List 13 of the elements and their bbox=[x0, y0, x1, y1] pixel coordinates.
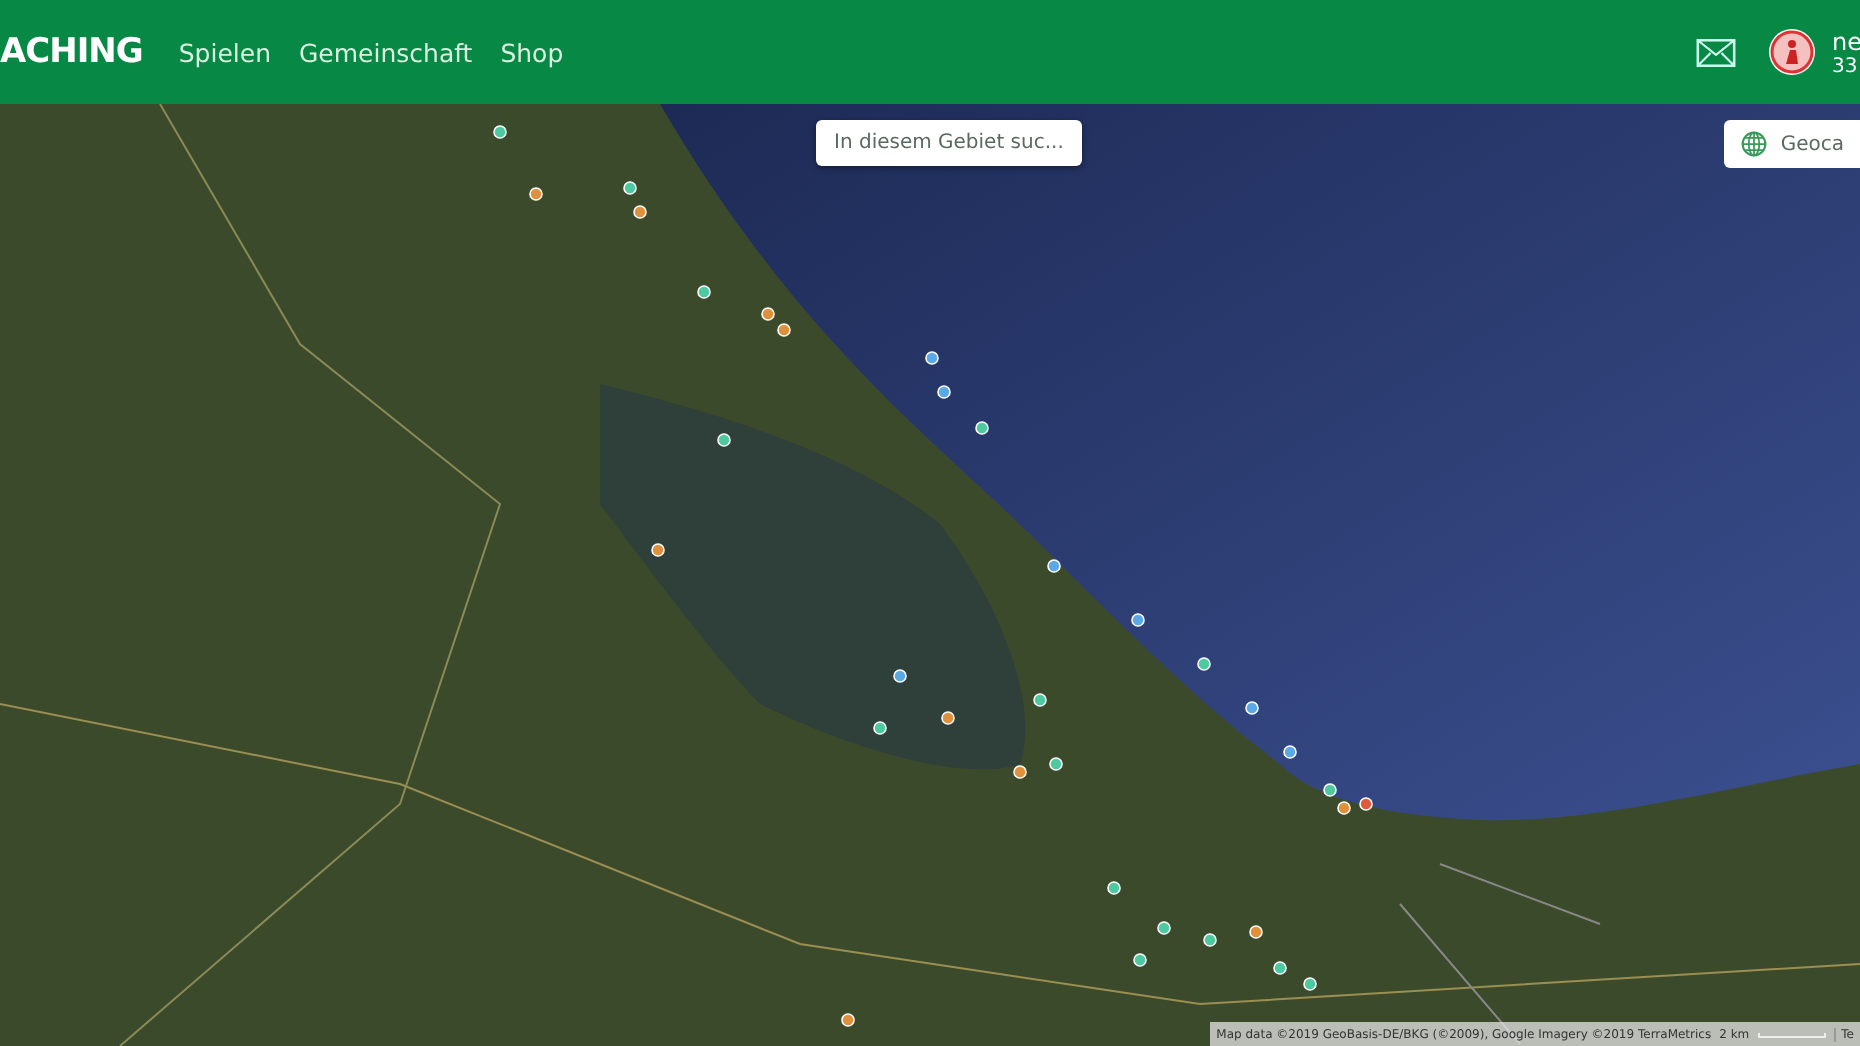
scale-bar-icon bbox=[1757, 1029, 1826, 1039]
satellite-map-drawing[interactable] bbox=[0, 104, 1860, 1046]
search-area-button[interactable]: In diesem Gebiet suc... bbox=[816, 120, 1082, 166]
nav-link[interactable]: Shop bbox=[500, 37, 564, 67]
mail-icon[interactable] bbox=[1696, 37, 1736, 67]
nav-link[interactable]: Spielen bbox=[178, 37, 271, 67]
avatar-icon[interactable] bbox=[1768, 28, 1816, 76]
nav-link[interactable]: Gemeinschaft bbox=[299, 37, 473, 67]
site-logo[interactable]: ACHING bbox=[0, 32, 143, 72]
user-points: 33 bbox=[1832, 55, 1860, 77]
globe-icon bbox=[1740, 130, 1769, 158]
user-name[interactable]: ne bbox=[1832, 27, 1860, 55]
layer-button[interactable]: Geoca bbox=[1724, 120, 1860, 168]
